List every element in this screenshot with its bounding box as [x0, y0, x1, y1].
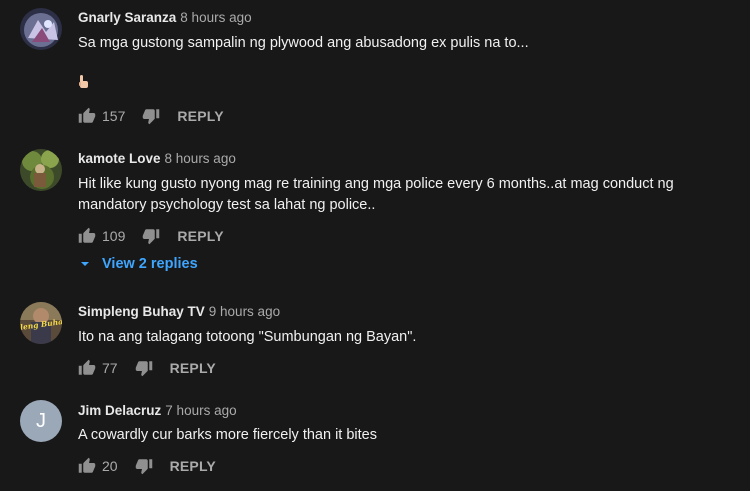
like-count: 77: [102, 360, 118, 376]
comment-time[interactable]: 8 hours ago: [180, 10, 251, 25]
chevron-down-icon: [81, 262, 89, 266]
comment-actions: 109 REPLY: [78, 226, 224, 246]
thumbs-down-icon[interactable]: [135, 457, 153, 475]
comment-author-line: Simpleng Buhay TV 9 hours ago: [78, 304, 280, 319]
author-name[interactable]: Gnarly Saranza: [78, 10, 176, 25]
reply-button[interactable]: REPLY: [170, 458, 216, 474]
avatar[interactable]: [20, 149, 62, 191]
author-name[interactable]: Simpleng Buhay TV: [78, 304, 205, 319]
comment-text: A cowardly cur barks more fiercely than …: [78, 427, 377, 443]
reply-button[interactable]: REPLY: [177, 108, 223, 124]
comment-time[interactable]: 8 hours ago: [165, 151, 236, 166]
like-count: 20: [102, 458, 118, 474]
like-count: 157: [102, 108, 126, 124]
pointing-down-emoji-icon: [79, 75, 88, 88]
thumbs-down-icon[interactable]: [135, 359, 153, 377]
avatar[interactable]: leng Buhay: [20, 302, 62, 344]
thumbs-up-icon[interactable]: [78, 359, 96, 377]
like-count: 109: [102, 228, 126, 244]
avatar[interactable]: J: [20, 400, 62, 442]
avatar-letter: J: [36, 409, 46, 432]
comment-text: Hit like kung gusto nyong mag re trainin…: [78, 176, 674, 213]
avatar[interactable]: [20, 8, 62, 50]
author-name[interactable]: kamote Love: [78, 151, 161, 166]
reply-button[interactable]: REPLY: [177, 228, 223, 244]
thumbs-up-icon[interactable]: [78, 107, 96, 125]
comment-time[interactable]: 7 hours ago: [165, 403, 236, 418]
thumbs-up-icon[interactable]: [78, 227, 96, 245]
comment-actions: 20 REPLY: [78, 456, 216, 476]
thumbs-down-icon[interactable]: [142, 227, 160, 245]
thumbs-up-icon[interactable]: [78, 457, 96, 475]
view-replies-button[interactable]: View 2 replies: [78, 256, 198, 272]
comment-author-line: kamote Love 8 hours ago: [78, 151, 236, 166]
thumbs-down-icon[interactable]: [142, 107, 160, 125]
comment-text: Sa mga gustong sampalin ng plywood ang a…: [78, 35, 529, 51]
comment-time[interactable]: 9 hours ago: [209, 304, 280, 319]
comment-author-line: Gnarly Saranza 8 hours ago: [78, 10, 252, 25]
reply-button[interactable]: REPLY: [170, 360, 216, 376]
comment-text: Ito na ang talagang totoong "Sumbungan n…: [78, 329, 417, 345]
comment-actions: 157 REPLY: [78, 106, 224, 126]
author-name[interactable]: Jim Delacruz: [78, 403, 161, 418]
comment-actions: 77 REPLY: [78, 358, 216, 378]
view-replies-label: View 2 replies: [102, 256, 198, 272]
comment-author-line: Jim Delacruz 7 hours ago: [78, 403, 237, 418]
